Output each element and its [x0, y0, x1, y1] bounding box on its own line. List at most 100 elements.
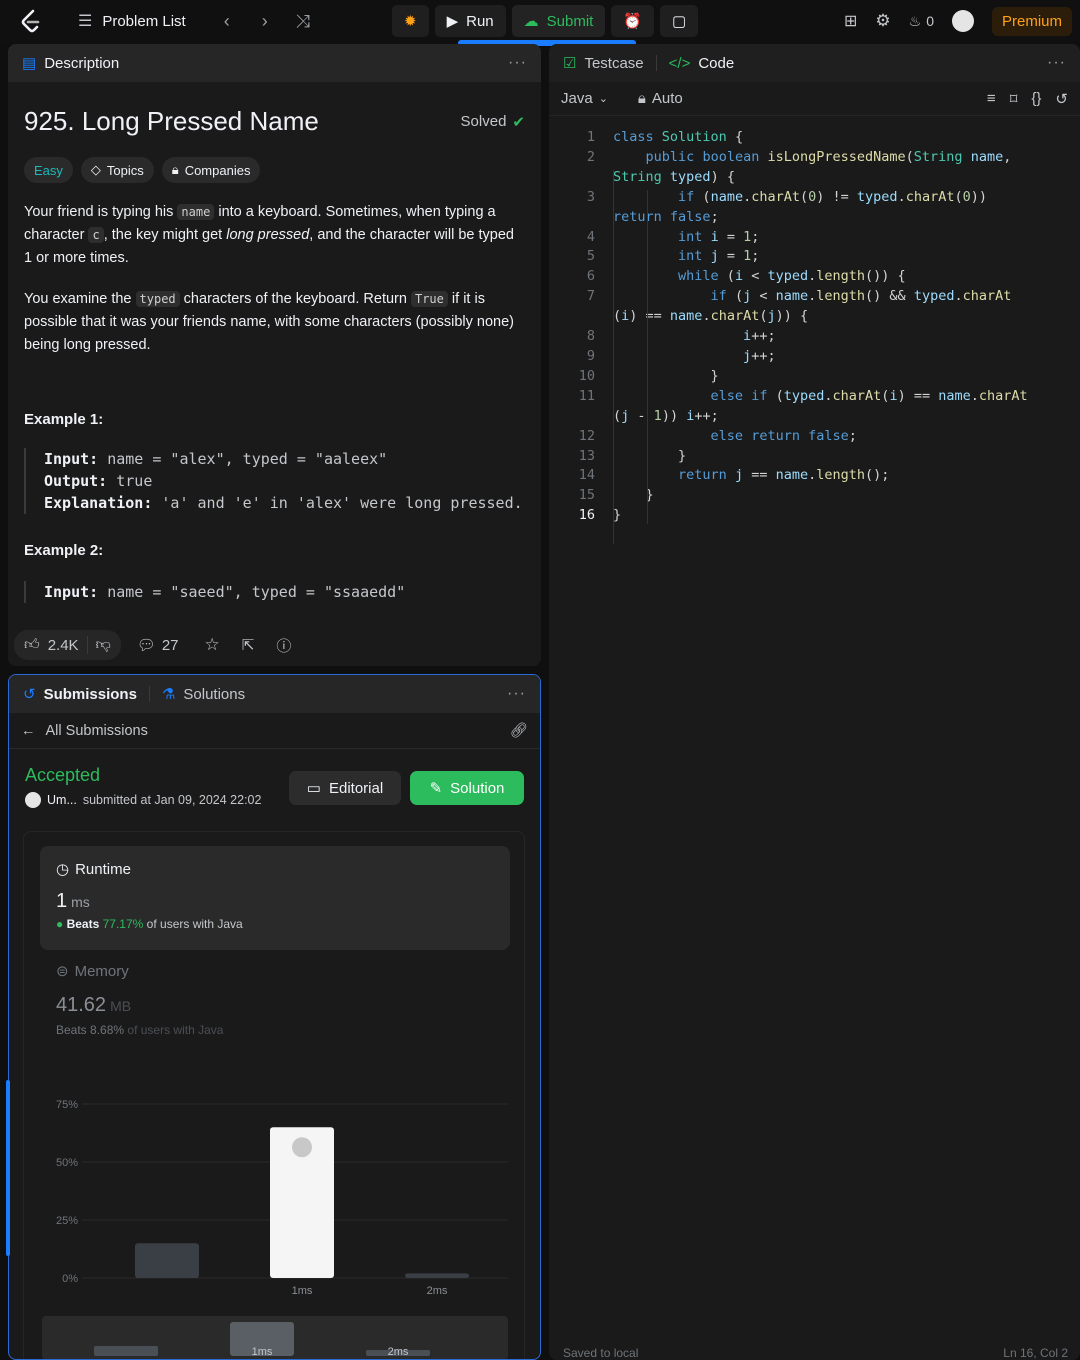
bug-icon: ✹ — [404, 13, 417, 30]
input-value: name = "saeed", typed = "ssaaedd" — [98, 583, 406, 601]
code-editor[interactable]: 1 class Solution { 2 public boolean isLon… — [549, 128, 1080, 526]
line-text: else if (typed.charAt(i) == name.charAt — [710, 387, 1028, 404]
topics-label: Topics — [106, 162, 144, 178]
line-text: j++; — [743, 347, 776, 364]
note-icon: ▢ — [672, 13, 687, 30]
line-text: int j = 1; — [678, 248, 760, 265]
runtime-card[interactable]: ◷ Runtime 1 ms ● Beats 77.17% of users wi… — [40, 846, 510, 950]
more-options-icon[interactable]: ··· — [508, 54, 527, 72]
settings-gear-icon[interactable]: ⚙ — [875, 11, 890, 31]
shuffle-icon[interactable]: ⤨ — [284, 11, 322, 32]
y-tick-label: 0% — [62, 1273, 78, 1285]
thumbs-down-icon[interactable]: 👎︎ — [96, 636, 111, 654]
leetcode-logo[interactable] — [18, 8, 44, 34]
share-icon[interactable]: ⇱ — [242, 636, 255, 654]
more-options-icon[interactable]: ··· — [507, 685, 526, 703]
next-problem-icon[interactable]: › — [246, 11, 284, 32]
tab-solutions[interactable]: Solutions — [183, 686, 245, 703]
play-icon: ▶ — [446, 13, 459, 30]
language-value: Java — [561, 90, 593, 107]
history-icon: ↺ — [23, 686, 36, 703]
indent-guide — [647, 190, 648, 524]
solution-button[interactable]: ✎ Solution — [410, 771, 524, 805]
comment-count[interactable]: 27 — [162, 637, 179, 654]
tag-icon: ◇ — [90, 162, 101, 177]
help-circle-icon[interactable]: ⓘ — [276, 635, 291, 656]
grid-menu-icon[interactable]: ⊞ — [844, 11, 857, 31]
editorial-button[interactable]: ▭ Editorial — [289, 771, 401, 805]
tab-testcase[interactable]: Testcase — [584, 55, 643, 72]
scroll-indicator[interactable] — [6, 1080, 10, 1256]
example-2-block: Input: name = "saeed", typed = "ssaaedd" — [24, 581, 525, 603]
problem-list-link[interactable]: ☰ Problem List — [78, 11, 186, 31]
line-number: 10 — [578, 367, 595, 384]
line-text: class Solution { — [613, 129, 744, 145]
line-text: } — [613, 447, 687, 464]
submissions-panel: ↺ Submissions ⚗ Solutions ··· ← All Subm… — [8, 674, 541, 1360]
more-options-icon[interactable]: ··· — [1047, 54, 1066, 72]
description-paragraph-1: Your friend is typing his name into a ke… — [24, 201, 525, 270]
format-align-icon[interactable]: ≡ — [987, 90, 996, 108]
beats-percent: 77.17% — [102, 917, 144, 931]
memory-card[interactable]: ⊜ Memory 41.62 MB Beats 8.68% of users wi… — [56, 962, 496, 1038]
reset-icon[interactable]: ↺ — [1055, 90, 1068, 108]
auto-mode[interactable]: 🔒︎ Auto — [638, 90, 683, 107]
code-line: (j - 1)) i++; — [549, 407, 1080, 427]
user-avatar[interactable] — [951, 10, 974, 32]
line-number: 12 — [578, 427, 595, 444]
debug-button[interactable]: ✹ — [392, 5, 429, 37]
companies-chip[interactable]: 🔒︎ Companies — [161, 157, 261, 183]
x-tick-label: 2ms — [427, 1285, 448, 1297]
inline-code: typed — [135, 291, 180, 307]
line-text: while (i < typed.length()) { — [678, 268, 906, 285]
code-panel: ☑ Testcase </> Code ··· Java ⌄ 🔒︎ Auto ≡… — [549, 44, 1080, 1360]
all-submissions-link[interactable]: All Submissions — [46, 723, 148, 739]
runtime-distribution-chart[interactable]: 75% 50% 25% 0% 1ms 2ms 1ms 2ms — [24, 1072, 524, 1360]
thumbs-up-icon[interactable]: 👍︎ — [24, 636, 40, 654]
run-button[interactable]: ▶ Run — [434, 5, 506, 37]
timer-button[interactable]: ⏰ — [611, 5, 655, 37]
description-header: ▤ Description ··· — [8, 44, 541, 82]
submissions-header: ↺ Submissions ⚗ Solutions ··· — [9, 675, 540, 713]
tab-code[interactable]: Code — [698, 55, 734, 72]
text: You examine the — [24, 291, 136, 307]
editor-status-bar: Saved to local Ln 16, Col 2 — [563, 1346, 1068, 1360]
line-number: 1 — [586, 129, 595, 145]
prev-problem-icon[interactable]: ‹ — [208, 11, 246, 32]
example-1-block: Input: name = "alex", typed = "aaleex" O… — [24, 448, 525, 514]
language-select[interactable]: Java ⌄ — [561, 90, 608, 107]
line-text: (i) == name.charAt(j)) { — [613, 308, 809, 325]
code-line: 2 public boolean isLongPressedName(Strin… — [549, 148, 1080, 168]
memory-value-row: 41.62 MB — [56, 994, 496, 1017]
fire-icon: ♨ — [908, 12, 922, 29]
premium-button[interactable]: Premium — [991, 6, 1072, 36]
tab-description[interactable]: Description — [44, 55, 119, 72]
braces-icon[interactable]: {} — [1031, 90, 1041, 108]
stats-container: ◷ Runtime 1 ms ● Beats 77.17% of users wi… — [23, 831, 525, 1360]
username[interactable]: Um... — [47, 793, 77, 807]
streak-counter[interactable]: ♨ 0 — [909, 13, 934, 30]
difficulty-chip[interactable]: Easy — [24, 157, 73, 183]
bookmark-icon[interactable]: ⌑ — [1010, 90, 1018, 108]
beats-label: Beats — [56, 1023, 87, 1037]
edit-icon: ✎ — [429, 780, 443, 797]
example-2-title: Example 2: — [24, 542, 104, 559]
code-line: 4 int i = 1; — [549, 228, 1080, 248]
code-line: 11 else if (typed.charAt(i) == name.char… — [549, 387, 1080, 407]
notes-button[interactable]: ▢ — [660, 5, 699, 37]
book-icon: ▭ — [306, 780, 321, 797]
link-icon[interactable]: 🔗︎ — [510, 722, 528, 739]
star-icon[interactable]: ☆ — [205, 635, 220, 655]
line-number: 11 — [578, 387, 595, 404]
submit-button[interactable]: ☁ Submit — [511, 5, 606, 37]
overview-bar — [94, 1346, 158, 1356]
runtime-beats: ● Beats 77.17% of users with Java — [56, 917, 494, 931]
chevron-down-icon: ⌄ — [598, 93, 608, 105]
comment-icon[interactable]: 💬︎ — [137, 636, 156, 654]
topics-chip[interactable]: ◇ Topics — [80, 157, 154, 183]
memory-beats: Beats 8.68% of users with Java — [56, 1023, 496, 1037]
tab-submissions[interactable]: Submissions — [44, 686, 137, 703]
like-count: 2.4K — [47, 636, 79, 654]
back-arrow-icon[interactable]: ← — [21, 723, 36, 739]
lock-icon: 🔒︎ — [171, 162, 179, 177]
